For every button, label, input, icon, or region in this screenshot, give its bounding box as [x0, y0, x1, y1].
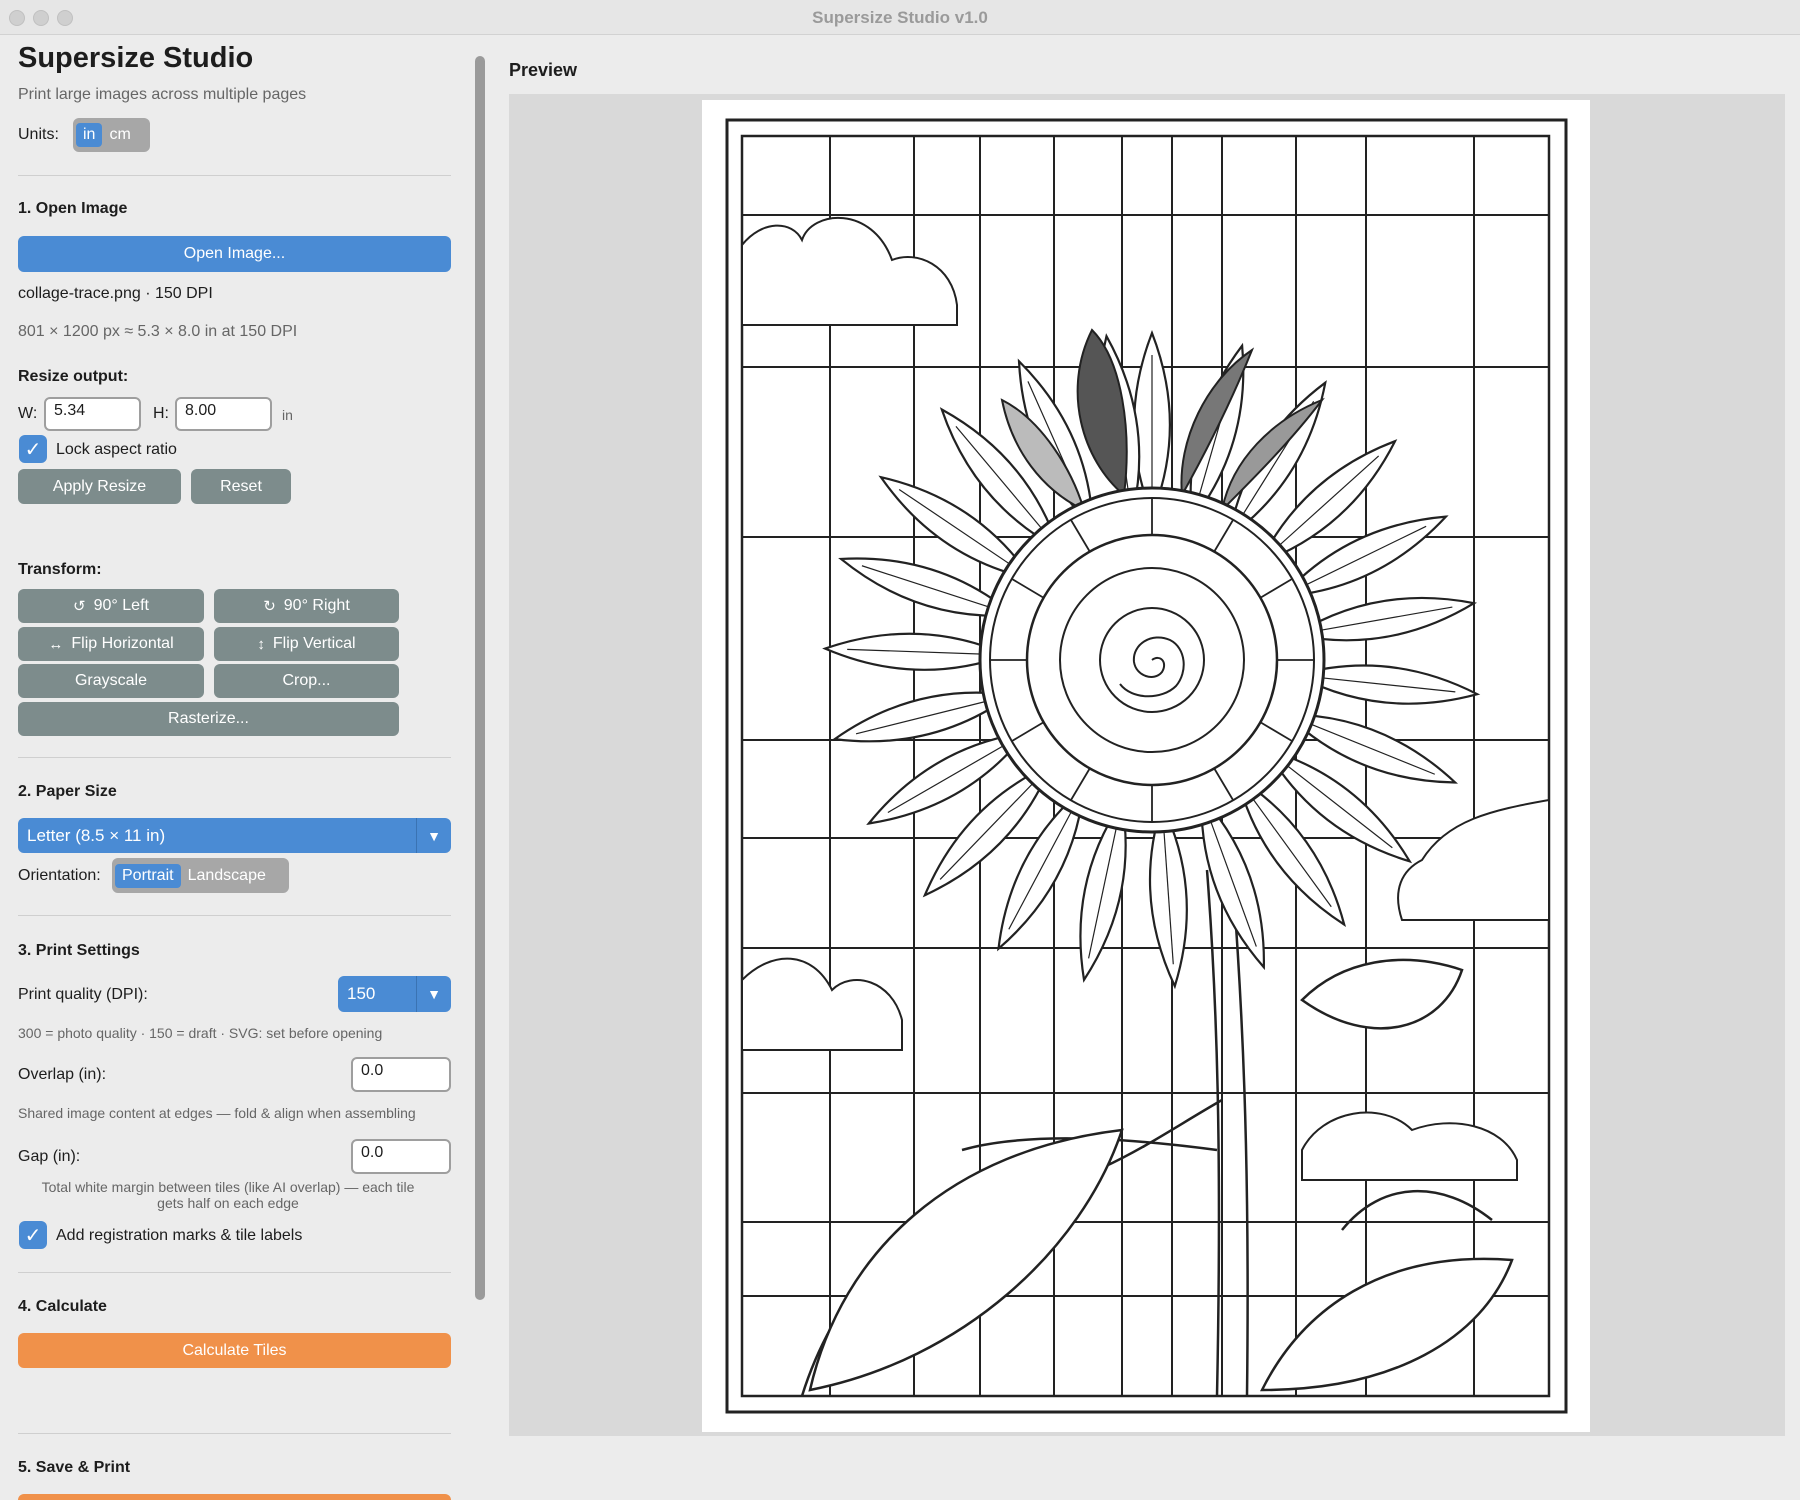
paper-size-value: Letter (8.5 × 11 in) — [27, 825, 166, 845]
open-image-button[interactable]: Open Image... — [18, 236, 451, 272]
divider — [18, 1272, 451, 1273]
lock-aspect-label: Lock aspect ratio — [56, 441, 177, 458]
apply-resize-button[interactable]: Apply Resize — [18, 469, 181, 504]
reset-button[interactable]: Reset — [191, 469, 291, 504]
print-settings-section-title: 3. Print Settings — [18, 942, 140, 959]
width-label: W: — [18, 405, 38, 422]
dpi-value: 150 — [347, 984, 376, 1003]
rotate-right-icon: ↻ — [263, 598, 276, 615]
flip-vertical-button[interactable]: ↕ Flip Vertical — [214, 627, 399, 661]
image-dimensions-info: 801 × 1200 px ≈ 5.3 × 8.0 in at 150 DPI — [18, 323, 298, 340]
dpi-select[interactable]: 150 ▼ — [338, 976, 451, 1012]
gap-label: Gap (in): — [18, 1148, 81, 1165]
divider — [18, 915, 451, 916]
open-image-section-title: 1. Open Image — [18, 200, 128, 217]
height-label: H: — [153, 405, 169, 422]
sunflower-line-art-image — [725, 118, 1568, 1414]
divider — [18, 757, 451, 758]
lock-aspect-checkbox[interactable]: ✓ — [19, 435, 47, 463]
save-print-section-title: 5. Save & Print — [18, 1459, 131, 1476]
overlap-label: Overlap (in): — [18, 1066, 107, 1083]
dpi-label: Print quality (DPI): — [18, 986, 148, 1003]
orientation-label: Orientation: — [18, 867, 101, 884]
paper-size-select[interactable]: Letter (8.5 × 11 in) ▼ — [18, 818, 451, 853]
rotate-left-button[interactable]: ↺ 90° Left — [18, 589, 204, 623]
size-unit-label: in — [282, 407, 293, 423]
registration-marks-checkbox[interactable]: ✓ — [19, 1221, 47, 1249]
orientation-portrait[interactable]: Portrait — [115, 863, 181, 888]
orientation-segmented-control: Portrait Landscape — [112, 858, 289, 893]
app-subtitle: Print large images across multiple pages — [18, 86, 307, 103]
flip-vertical-icon: ↕ — [257, 635, 265, 653]
flip-horizontal-button[interactable]: ↔ Flip Horizontal — [18, 627, 204, 661]
window-titlebar: Supersize Studio v1.0 — [0, 0, 1800, 35]
preview-label: Preview — [509, 60, 578, 80]
calculate-tiles-button[interactable]: Calculate Tiles — [18, 1333, 451, 1368]
overlap-hint: Shared image content at edges — fold & a… — [18, 1105, 416, 1121]
height-input[interactable]: 8.00 — [175, 397, 272, 431]
file-info: collage-trace.png · 150 DPI — [18, 285, 213, 302]
units-label: Units: — [18, 126, 59, 143]
save-print-button[interactable] — [18, 1494, 451, 1500]
crop-button[interactable]: Crop... — [214, 664, 399, 698]
transform-label: Transform: — [18, 561, 102, 578]
resize-output-label: Resize output: — [18, 368, 129, 385]
preview-page — [702, 100, 1590, 1432]
window-title: Supersize Studio v1.0 — [812, 8, 988, 27]
units-option-in[interactable]: in — [76, 123, 103, 147]
gap-input[interactable]: 0.0 — [351, 1139, 451, 1174]
checkmark-icon: ✓ — [24, 1224, 42, 1247]
flip-horizontal-icon: ↔ — [48, 635, 64, 653]
rasterize-button[interactable]: Rasterize... — [18, 702, 399, 736]
registration-marks-label: Add registration marks & tile labels — [56, 1227, 303, 1244]
calculate-section-title: 4. Calculate — [18, 1298, 107, 1315]
grayscale-button[interactable]: Grayscale — [18, 664, 204, 698]
sidebar-scrollbar[interactable] — [475, 56, 485, 1300]
overlap-input[interactable]: 0.0 — [351, 1057, 451, 1092]
gap-hint: Total white margin between tiles (like A… — [41, 1179, 415, 1211]
divider — [18, 175, 451, 176]
rotate-left-icon: ↺ — [73, 598, 86, 615]
orientation-landscape[interactable]: Landscape — [181, 864, 273, 888]
units-segmented-control: in cm — [73, 118, 150, 152]
app-title: Supersize Studio — [18, 42, 254, 74]
width-input[interactable]: 5.34 — [44, 397, 141, 431]
paper-size-section-title: 2. Paper Size — [18, 783, 117, 800]
dpi-hint: 300 = photo quality · 150 = draft · SVG:… — [18, 1025, 383, 1041]
units-option-cm[interactable]: cm — [102, 123, 137, 147]
chevron-down-icon: ▼ — [416, 976, 451, 1012]
chevron-down-icon: ▼ — [416, 818, 451, 853]
divider — [18, 1433, 451, 1434]
checkmark-icon: ✓ — [24, 438, 42, 461]
rotate-right-button[interactable]: ↻ 90° Right — [214, 589, 399, 623]
